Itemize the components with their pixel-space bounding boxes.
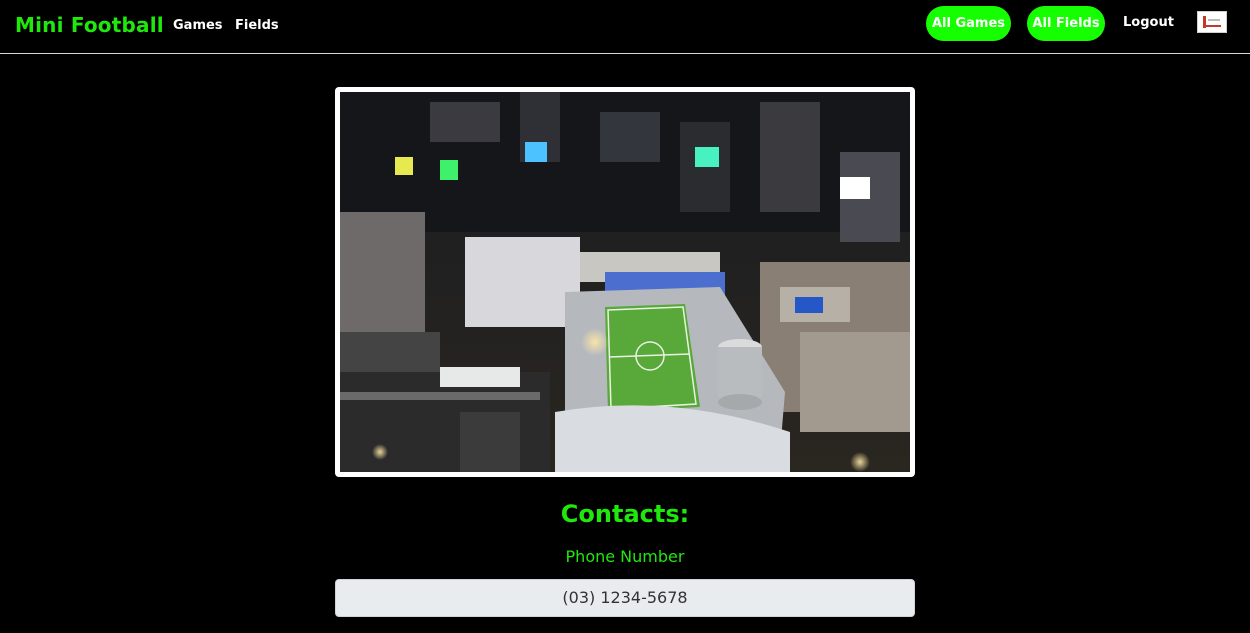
field-photo-frame	[335, 87, 915, 477]
phone-number-field: (03) 1234-5678	[335, 579, 915, 617]
navbar: Mini Football Games Fields All Games All…	[0, 0, 1250, 54]
contacts-title: Contacts:	[560, 500, 690, 528]
all-games-button[interactable]: All Games	[926, 6, 1011, 41]
nav-link-games[interactable]: Games	[173, 18, 223, 33]
field-photo	[340, 92, 910, 472]
avatar-mark	[1203, 25, 1221, 27]
avatar-mark	[1208, 19, 1220, 21]
nav-link-fields[interactable]: Fields	[235, 18, 279, 33]
all-fields-button[interactable]: All Fields	[1027, 6, 1105, 41]
brand-link[interactable]: Mini Football	[15, 13, 164, 37]
phone-number-label: Phone Number	[565, 547, 685, 566]
logout-link[interactable]: Logout	[1123, 15, 1174, 30]
avatar[interactable]	[1197, 11, 1227, 33]
